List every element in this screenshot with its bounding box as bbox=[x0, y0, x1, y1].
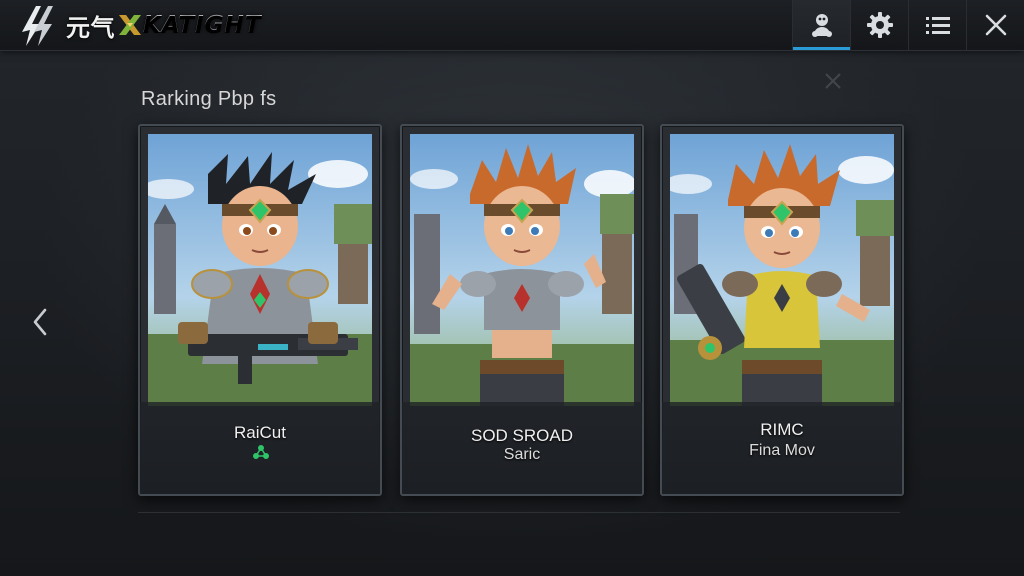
game-screen: 元气 KATIGHT Rarking Pbp fs RaiCut SOD SRO… bbox=[0, 0, 1024, 576]
lightning-logo-icon bbox=[22, 6, 53, 46]
settings-button[interactable] bbox=[850, 0, 908, 50]
character-portrait bbox=[410, 134, 634, 406]
card-corner bbox=[402, 478, 418, 494]
menu-icon bbox=[925, 17, 950, 34]
card-title: SOD SROAD bbox=[470, 426, 574, 445]
card-subtitle: Fina Mov bbox=[749, 442, 815, 459]
character-portrait bbox=[670, 134, 894, 406]
card-subtitle: Saric bbox=[503, 446, 541, 463]
character-art-ranger bbox=[670, 134, 894, 406]
card-corner bbox=[626, 478, 642, 494]
card-corner bbox=[140, 126, 156, 142]
card-corner bbox=[662, 126, 678, 142]
character-art-brawler bbox=[410, 134, 634, 406]
character-card-rail: RaiCut SOD SROAD Saric RIMC Fina Mov bbox=[138, 124, 904, 496]
section-title: Rarking Pbp fs bbox=[141, 88, 277, 110]
card-corner bbox=[886, 478, 902, 494]
top-actions bbox=[792, 0, 1024, 50]
character-icon bbox=[811, 14, 832, 37]
close-button[interactable] bbox=[966, 0, 1024, 50]
rail-divider bbox=[138, 512, 900, 513]
card-corner bbox=[402, 126, 418, 142]
card-corner bbox=[626, 126, 642, 142]
logo-text-cn: 元气 bbox=[66, 13, 115, 42]
menu-button[interactable] bbox=[908, 0, 966, 50]
card-title: RaiCut bbox=[234, 423, 286, 442]
faint-x-icon bbox=[825, 73, 841, 89]
prev-arrow-button[interactable] bbox=[26, 302, 54, 342]
gear-icon bbox=[866, 12, 893, 38]
character-button[interactable] bbox=[792, 0, 850, 50]
card-corner bbox=[364, 478, 380, 494]
game-logo: 元气 KATIGHT bbox=[16, 2, 262, 48]
character-card-1[interactable]: RaiCut bbox=[138, 124, 382, 496]
card-corner bbox=[140, 478, 156, 494]
logo-x-emblem bbox=[119, 15, 141, 35]
close-icon bbox=[985, 14, 1006, 36]
top-bar: 元气 KATIGHT bbox=[0, 0, 1024, 51]
logo-text-en: KATIGHT bbox=[143, 12, 262, 38]
faction-icon bbox=[253, 445, 269, 459]
card-corner bbox=[364, 126, 380, 142]
chevron-left-icon bbox=[33, 308, 47, 336]
character-portrait bbox=[148, 134, 372, 406]
card-title: RIMC bbox=[760, 420, 804, 439]
logo-wordmark: 元气 KATIGHT bbox=[66, 8, 262, 43]
card-corner bbox=[886, 126, 902, 142]
card-corner bbox=[662, 478, 678, 494]
character-art-gunner bbox=[148, 134, 372, 406]
character-card-2[interactable]: SOD SROAD Saric bbox=[400, 124, 644, 496]
character-card-3[interactable]: RIMC Fina Mov bbox=[660, 124, 904, 496]
